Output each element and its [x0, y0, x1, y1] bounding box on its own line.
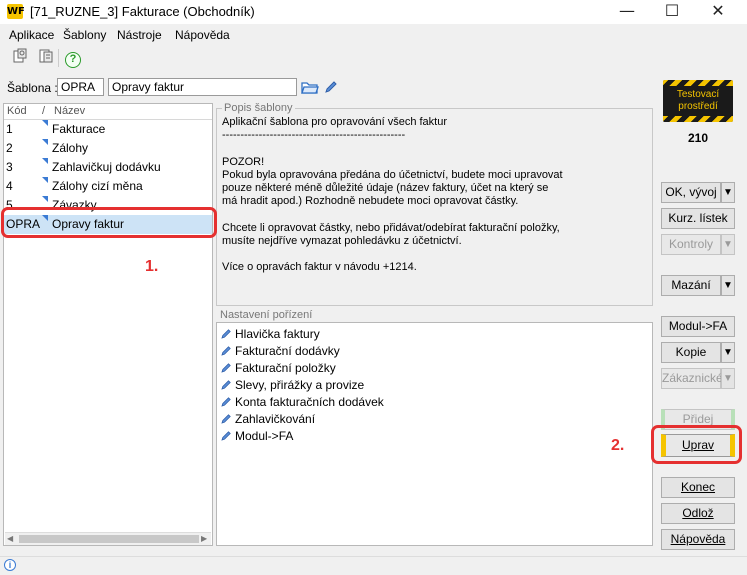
edit-pencil-icon[interactable]: [324, 80, 338, 97]
settings-item-label: Hlavička faktury: [235, 327, 320, 341]
list-row[interactable]: 1 Fakturace: [4, 120, 212, 139]
row-marker: [42, 158, 48, 164]
annotation-ring-2: [651, 425, 742, 464]
settings-item[interactable]: Slevy, přirážky a provize: [221, 378, 364, 392]
settings-item-label: Konta fakturačních dodávek: [235, 395, 384, 409]
sort-indicator[interactable]: /: [42, 105, 45, 117]
kopie-dropdown[interactable]: ▼: [721, 342, 735, 363]
row-name: Zálohy cizí měna: [52, 179, 143, 193]
template-list[interactable]: Kód / Název 1 Fakturace 2 Zálohy 3 Zahla…: [3, 103, 213, 546]
mazani-dropdown[interactable]: ▼: [721, 275, 735, 296]
settings-item[interactable]: Modul->FA: [221, 429, 293, 443]
sablona-code-field[interactable]: OPRA: [57, 78, 104, 96]
scroll-left-icon[interactable]: ◀: [7, 534, 13, 543]
ok-vyvoj-dropdown[interactable]: ▼: [721, 182, 735, 203]
scroll-right-icon[interactable]: ▶: [201, 534, 207, 543]
pencil-icon: [221, 397, 231, 407]
pencil-icon: [221, 380, 231, 390]
column-header-code[interactable]: Kód: [7, 105, 27, 117]
row-name: Zálohy: [52, 141, 89, 155]
environment-label: Testovací prostředí: [676, 89, 720, 112]
pencil-icon: [221, 329, 231, 339]
settings-item-label: Zahlavičkování: [235, 412, 316, 426]
settings-item[interactable]: Hlavička faktury: [221, 327, 320, 341]
row-marker: [42, 177, 48, 183]
close-button[interactable]: ✕: [698, 0, 738, 24]
settings-item[interactable]: Fakturační dodávky: [221, 344, 340, 358]
kontroly-button[interactable]: Kontroly: [661, 234, 721, 255]
settings-item-label: Modul->FA: [235, 429, 294, 443]
hazard-stripe: [663, 80, 733, 86]
row-code: 4: [6, 179, 13, 193]
toolbar-divider: [58, 49, 59, 67]
row-marker: [42, 196, 48, 202]
scrollbar-thumb[interactable]: [19, 535, 199, 543]
settings-item-label: Fakturační dodávky: [235, 344, 340, 358]
zakaznicke-button[interactable]: Zákaznické: [661, 368, 723, 389]
kopie-button[interactable]: Kopie: [661, 342, 721, 363]
konec-button[interactable]: Konec: [661, 477, 735, 498]
row-name: Fakturace: [52, 122, 106, 136]
pencil-icon: [221, 363, 231, 373]
list-row[interactable]: 2 Zálohy: [4, 139, 212, 158]
row-marker: [42, 139, 48, 145]
menu-bar: [0, 24, 747, 44]
settings-item[interactable]: Zahlavičkování: [221, 412, 315, 426]
settings-item-label: Slevy, přirážky a provize: [235, 378, 365, 392]
napoveda-button[interactable]: Nápověda: [661, 529, 735, 550]
row-code: 1: [6, 122, 13, 136]
app-logo: WF: [7, 4, 25, 19]
status-bar: [0, 556, 747, 575]
clipboard-icon[interactable]: [36, 48, 56, 68]
description-group-title: Popis šablony: [222, 102, 295, 114]
list-header: Kód / Název: [4, 104, 212, 120]
annotation-number-1: 1.: [145, 258, 159, 275]
window-title: [71_RUZNE_3] Fakturace (Obchodník): [30, 4, 255, 19]
row-code: 3: [6, 160, 13, 174]
pencil-icon: [221, 431, 231, 441]
settings-item[interactable]: Konta fakturačních dodávek: [221, 395, 384, 409]
list-horizontal-scrollbar[interactable]: ◀ ▶: [5, 532, 211, 545]
pencil-icon: [221, 346, 231, 356]
sablona-name-field[interactable]: Opravy faktur: [108, 78, 297, 96]
kontroly-dropdown[interactable]: ▼: [721, 234, 735, 255]
menu-napoveda[interactable]: Nápověda: [175, 28, 230, 42]
settings-item[interactable]: Fakturační položky: [221, 361, 336, 375]
odloz-button[interactable]: Odlož: [661, 503, 735, 524]
hazard-stripe: [663, 116, 733, 122]
list-row[interactable]: 3 Zahlavičkuj dodávku: [4, 158, 212, 177]
menu-aplikace[interactable]: Aplikace: [9, 28, 54, 42]
maximize-button[interactable]: ☐: [652, 0, 692, 24]
settings-item-label: Fakturační položky: [235, 361, 336, 375]
minimize-button[interactable]: —: [607, 0, 647, 24]
environment-badge: Testovací prostředí: [663, 80, 733, 122]
row-name: Zahlavičkuj dodávku: [52, 160, 161, 174]
help-icon[interactable]: ?: [63, 48, 83, 68]
kurz-listek-button[interactable]: Kurz. lístek: [661, 208, 735, 229]
folder-open-icon[interactable]: [301, 79, 319, 98]
settings-group-title: Nastavení pořízení: [218, 309, 315, 321]
menu-nastroje[interactable]: Nástroje: [117, 28, 162, 42]
info-icon[interactable]: i: [4, 559, 16, 571]
pencil-icon: [221, 414, 231, 424]
zakaznicke-dropdown[interactable]: ▼: [721, 368, 735, 389]
list-row[interactable]: 4 Zálohy cizí měna: [4, 177, 212, 196]
sablona-label: Šablona :: [7, 81, 58, 95]
row-code: 2: [6, 141, 13, 155]
modul-fa-button[interactable]: Modul->FA: [661, 316, 735, 337]
description-text: Aplikační šablona pro opravování všech f…: [222, 116, 563, 274]
ok-vyvoj-button[interactable]: OK, vývoj: [661, 182, 721, 203]
annotation-number-2: 2.: [611, 437, 625, 454]
row-marker: [42, 120, 48, 126]
menu-sablony[interactable]: Šablony: [63, 28, 106, 42]
settings-tool-icon[interactable]: [10, 48, 30, 68]
mazani-button[interactable]: Mazání: [661, 275, 721, 296]
column-header-name[interactable]: Název: [54, 105, 85, 117]
environment-number: 210: [687, 131, 709, 145]
annotation-ring-1: [1, 207, 217, 238]
